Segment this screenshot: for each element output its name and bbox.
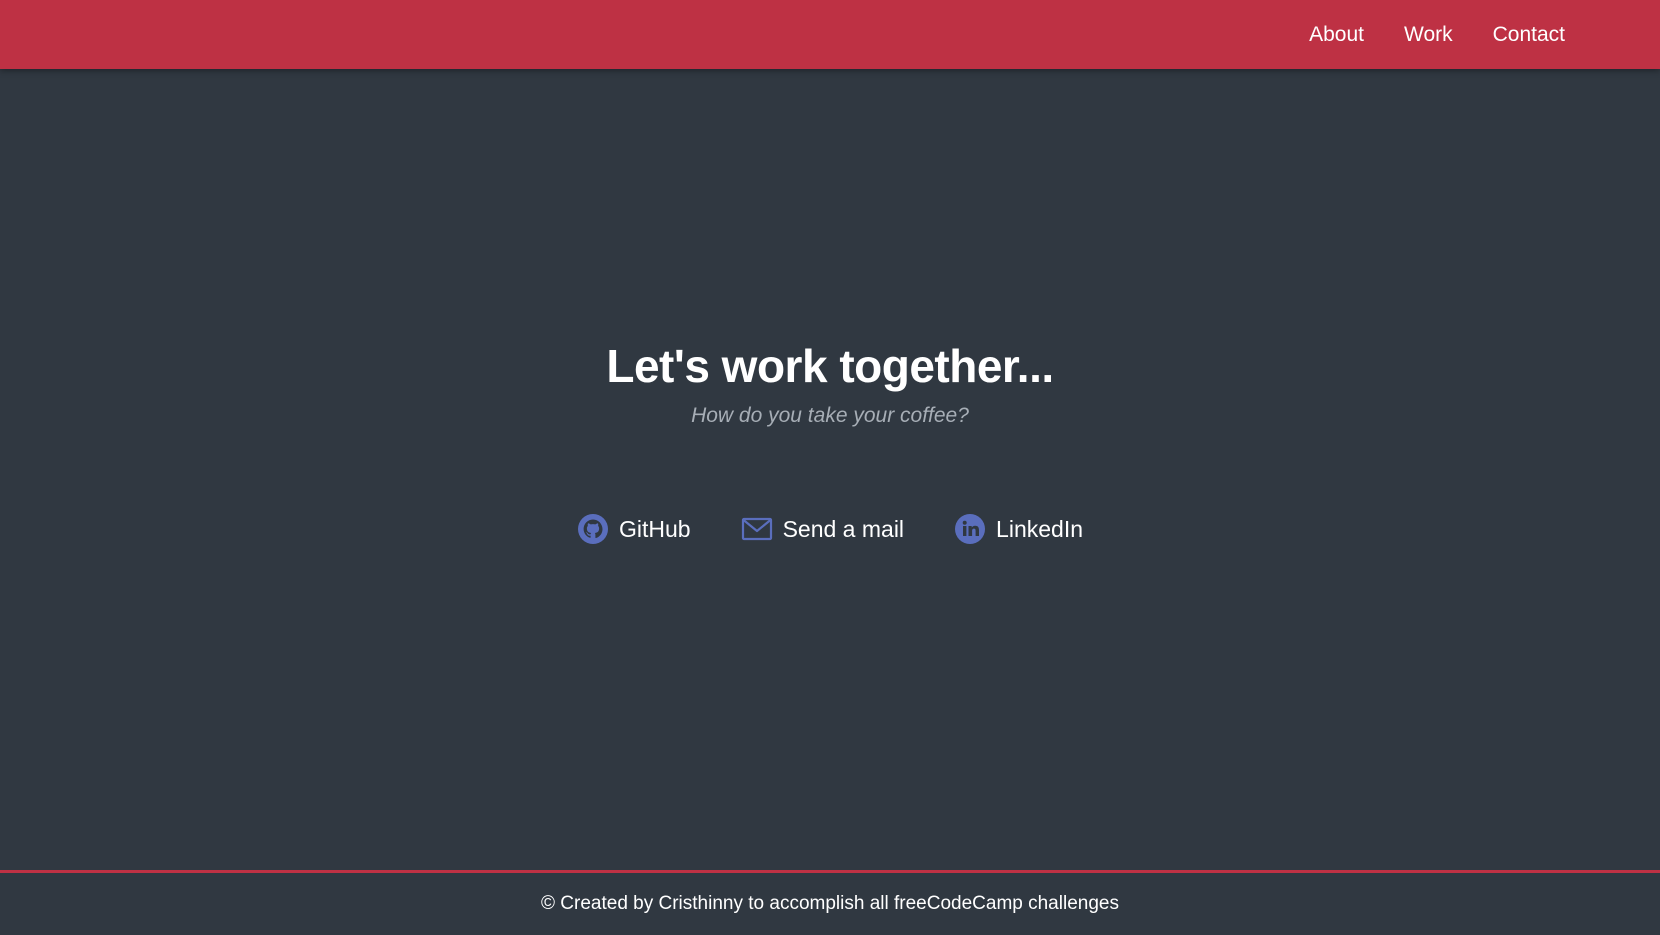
navbar: About Work Contact <box>0 0 1660 69</box>
github-label: GitHub <box>618 515 691 542</box>
nav-link-contact[interactable]: Contact <box>1493 23 1565 47</box>
hero-title: Let's work together... <box>606 340 1054 392</box>
linkedin-icon <box>955 514 986 544</box>
nav-links: About Work Contact <box>1269 0 1565 69</box>
nav-link-work[interactable]: Work <box>1404 23 1453 47</box>
mail-label: Send a mail <box>782 515 905 542</box>
github-link[interactable]: GitHub <box>577 513 691 545</box>
nav-link-about[interactable]: About <box>1309 23 1364 47</box>
hero-subtitle: How do you take your coffee? <box>691 404 969 427</box>
linkedin-link[interactable]: LinkedIn <box>954 513 1083 545</box>
contact-section: Let's work together... How do you take y… <box>0 69 1660 872</box>
footer: © Created by Cristhinny to accomplish al… <box>0 870 1660 935</box>
mail-link[interactable]: Send a mail <box>741 513 904 545</box>
footer-text: © Created by Cristhinny to accomplish al… <box>541 893 1119 914</box>
mail-icon <box>741 517 772 541</box>
linkedin-label: LinkedIn <box>996 515 1084 542</box>
contact-links: GitHub Send a mail LinkedIn <box>0 513 1660 545</box>
github-icon <box>577 514 608 544</box>
